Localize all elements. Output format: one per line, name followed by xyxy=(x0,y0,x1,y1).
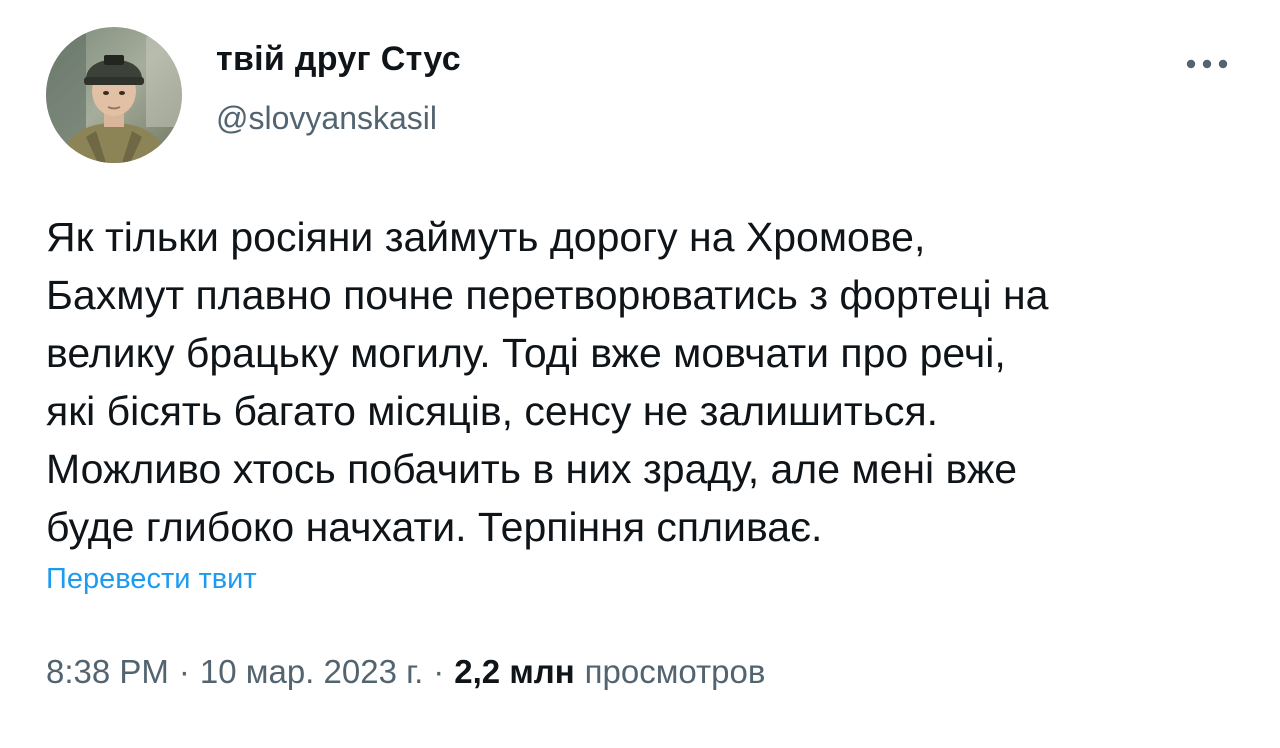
meta-separator: · xyxy=(433,653,445,690)
author-handle[interactable]: @slovyanskasil xyxy=(216,100,437,137)
author-avatar[interactable] xyxy=(46,27,182,163)
tweet-text-line: Бахмут плавно почне перетворюватись з фо… xyxy=(46,272,1049,318)
tweet-text-line: Як тільки росіяни займуть дорогу на Хром… xyxy=(46,214,926,260)
translate-tweet-link[interactable]: Перевести твит xyxy=(46,563,257,596)
tweet-time[interactable]: 8:38 PM xyxy=(46,653,169,691)
author-display-name[interactable]: твій друг Стус xyxy=(216,40,461,79)
meta-separator: · xyxy=(178,653,190,690)
more-options-button[interactable] xyxy=(1176,44,1238,84)
tweet-date[interactable]: 10 мар. 2023 г. xyxy=(200,653,423,691)
views-count[interactable]: 2,2 млн xyxy=(454,653,574,691)
tweet-text: Як тільки росіяни займуть дорогу на Хром… xyxy=(46,208,1236,556)
views-label: просмотров xyxy=(584,653,766,690)
tweet-text-line: велику брацьку могилу. Тоді вже мовчати … xyxy=(46,330,1006,376)
tweet-card: твій друг Стус @slovyanskasil Як тільки … xyxy=(0,0,1280,748)
tweet-text-line: Можливо хтось побачить в них зраду, але … xyxy=(46,446,1018,492)
tweet-metadata: 8:38 PM · 10 мар. 2023 г. · 2,2 млн прос… xyxy=(46,653,765,691)
tweet-text-line: які бісять багато місяців, сенсу не зали… xyxy=(46,388,939,434)
avatar-photo-icon xyxy=(46,27,182,163)
more-horizontal-icon xyxy=(1186,59,1228,69)
tweet-text-line: буде глибоко начхати. Терпіння спливає. xyxy=(46,504,823,550)
